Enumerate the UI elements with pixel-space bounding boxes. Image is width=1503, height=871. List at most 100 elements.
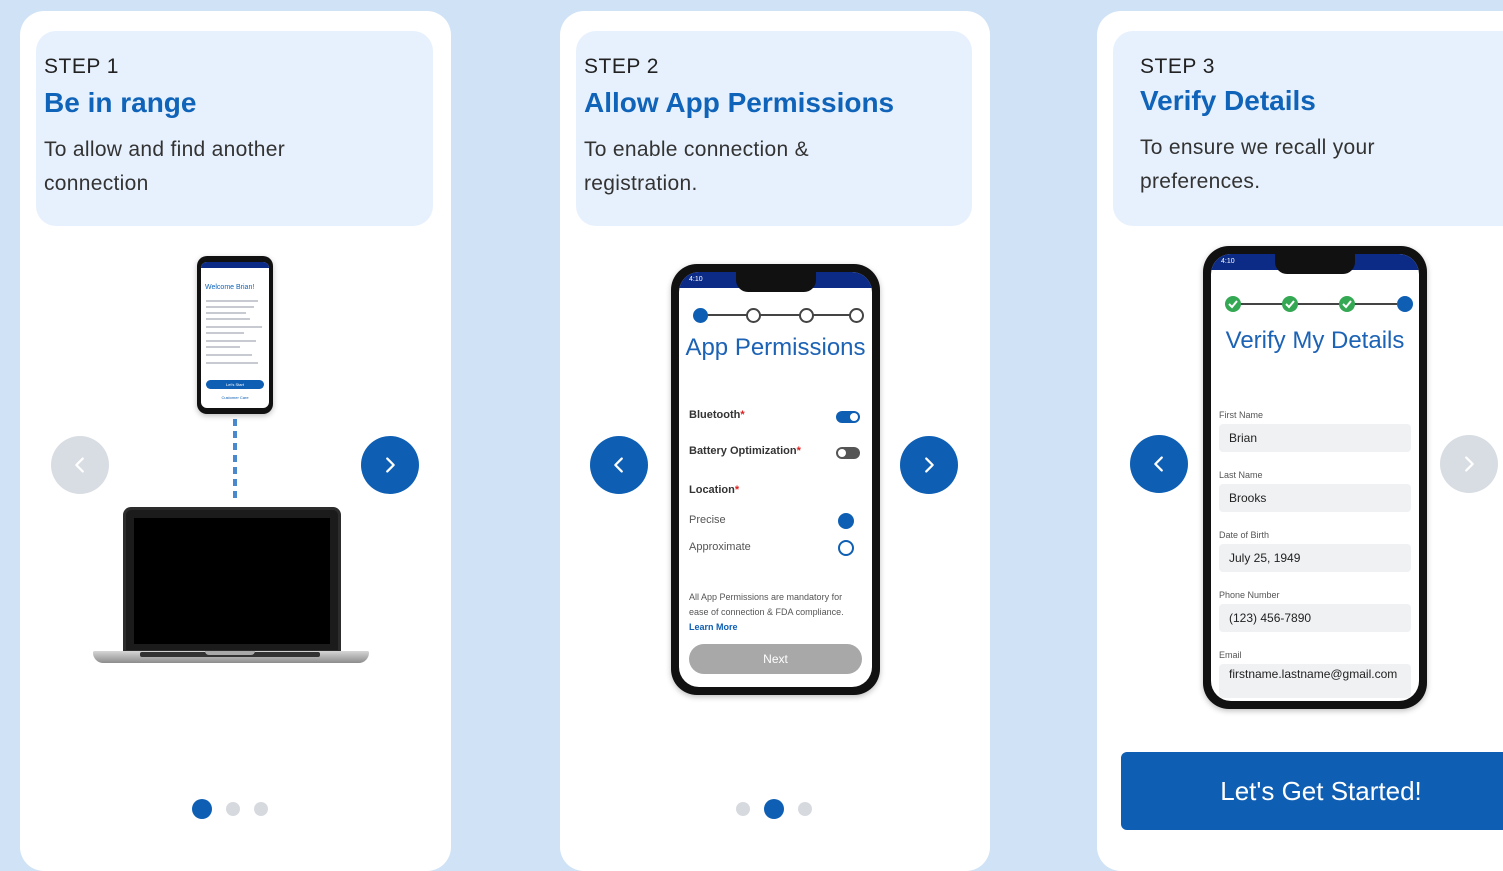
battery-toggle[interactable]	[836, 447, 860, 459]
step-1-card: STEP 1 Be in range To allow and find ano…	[20, 11, 451, 871]
pagination-dot-2[interactable]	[764, 799, 784, 819]
note-text: All App Permissions are mandatory for ea…	[689, 592, 844, 617]
pagination-dots	[192, 799, 268, 819]
pagination-dots	[736, 799, 812, 819]
prev-button[interactable]	[590, 436, 648, 494]
required-mark: *	[796, 445, 801, 457]
text-line	[206, 346, 240, 348]
status-bar	[201, 262, 269, 268]
pagination-dot-1[interactable]	[736, 802, 750, 816]
prev-button[interactable]	[51, 436, 109, 494]
phone-mockup: 4:10 Verify My Details First Name Brian …	[1203, 246, 1427, 709]
phone-notch	[735, 272, 816, 292]
step-3-title: Verify Details	[1140, 85, 1316, 116]
check-icon	[1339, 296, 1355, 312]
check-icon	[1225, 296, 1241, 312]
dob-label: Date of Birth	[1219, 530, 1270, 540]
chevron-right-icon	[1465, 456, 1474, 472]
last-name-field[interactable]: Brooks	[1219, 484, 1411, 512]
learn-more-link[interactable]: Learn More	[689, 622, 738, 632]
stepper-line	[699, 314, 852, 316]
chevron-left-icon	[1154, 456, 1163, 472]
step-1-description: To allow and find another connection	[44, 138, 285, 195]
prev-button[interactable]	[1130, 435, 1188, 493]
battery-label: Battery Optimization*	[689, 445, 801, 457]
text-line	[206, 362, 258, 364]
stepper-current-step	[1397, 296, 1413, 312]
pagination-dot-2[interactable]	[226, 802, 240, 816]
text-line	[206, 332, 244, 334]
next-button[interactable]	[900, 436, 958, 494]
phone-illustration: Welcome Brian! Let's Start Customer Care	[197, 256, 273, 414]
pagination-dot-1[interactable]	[192, 799, 212, 819]
text-line	[206, 340, 256, 342]
text-line	[206, 306, 254, 308]
customer-care-link: Customer Care	[221, 395, 249, 400]
phone-notch	[1275, 254, 1355, 274]
approximate-radio[interactable]	[838, 540, 854, 556]
dob-field[interactable]: July 25, 1949	[1219, 544, 1411, 572]
progress-stepper	[1225, 296, 1413, 312]
step-3-description: To ensure we recall your preferences.	[1140, 136, 1375, 193]
phone-screen: 4:10 Verify My Details First Name Brian …	[1211, 254, 1419, 701]
chevron-right-icon	[386, 457, 395, 473]
step-2-title: Allow App Permissions	[584, 87, 895, 118]
phone-number-field[interactable]: (123) 456-7890	[1219, 604, 1411, 632]
stepper-line	[1233, 303, 1397, 305]
screen-title: Verify My Details	[1225, 327, 1405, 354]
precise-radio[interactable]	[838, 513, 854, 529]
check-icon	[1282, 296, 1298, 312]
step-1-title: Be in range	[44, 87, 197, 118]
bluetooth-label: Bluetooth*	[689, 409, 745, 421]
pagination-dot-3[interactable]	[254, 802, 268, 816]
phone-mockup: 4:10 App Permissions Bluetooth* Battery …	[671, 264, 880, 695]
get-started-button[interactable]: Let's Get Started!	[1121, 752, 1503, 830]
approximate-label: Approximate	[689, 541, 751, 553]
phone-next-button[interactable]: Next	[689, 644, 862, 674]
text-line	[206, 312, 246, 314]
step-2-card: STEP 2 Allow App Permissions To enable c…	[560, 11, 990, 871]
screen-title: App Permissions	[685, 334, 866, 361]
laptop-notch	[205, 651, 255, 655]
step-2-description: To enable connection & registration.	[584, 138, 809, 195]
next-button[interactable]	[1440, 435, 1498, 493]
stepper-step-2	[746, 308, 761, 323]
step-1-label: STEP 1	[44, 55, 119, 78]
text-line	[206, 354, 252, 356]
last-name-label: Last Name	[1219, 470, 1263, 480]
phone-screen: 4:10 App Permissions Bluetooth* Battery …	[679, 272, 872, 687]
email-label: Email	[1219, 650, 1242, 660]
stepper-step-3	[799, 308, 814, 323]
phone-screen: Welcome Brian! Let's Start Customer Care	[201, 262, 269, 408]
welcome-text: Welcome Brian!	[205, 284, 255, 291]
chevron-left-icon	[75, 457, 84, 473]
laptop-screen	[134, 518, 330, 644]
email-field[interactable]: firstname.lastname@gmail.com	[1219, 664, 1411, 698]
step-2-label: STEP 2	[584, 55, 659, 78]
status-time: 4:10	[689, 276, 703, 283]
location-label-text: Location	[689, 484, 735, 496]
permissions-note: All App Permissions are mandatory for ea…	[689, 590, 862, 635]
required-mark: *	[740, 409, 745, 421]
stepper-step-4	[849, 308, 864, 323]
laptop-illustration	[123, 507, 341, 653]
required-mark: *	[734, 484, 740, 496]
pagination-dot-3[interactable]	[798, 802, 812, 816]
bluetooth-toggle[interactable]	[836, 411, 860, 423]
chevron-right-icon	[925, 457, 934, 473]
phone-number-label: Phone Number	[1219, 590, 1280, 600]
first-name-field[interactable]: Brian	[1219, 424, 1411, 452]
status-time: 4:10	[1221, 258, 1235, 265]
step-3-label: STEP 3	[1140, 55, 1215, 78]
precise-label: Precise	[689, 514, 726, 526]
bluetooth-label-text: Bluetooth	[689, 409, 741, 421]
next-button[interactable]	[361, 436, 419, 494]
stepper-step-1	[693, 308, 708, 323]
text-line	[206, 318, 250, 320]
chevron-left-icon	[614, 457, 623, 473]
progress-stepper	[693, 308, 864, 323]
battery-label-text: Battery Optimization	[689, 445, 797, 457]
text-line	[206, 300, 258, 302]
step-3-card: STEP 3 Verify Details To ensure we recal…	[1097, 11, 1503, 871]
text-line	[206, 326, 262, 328]
